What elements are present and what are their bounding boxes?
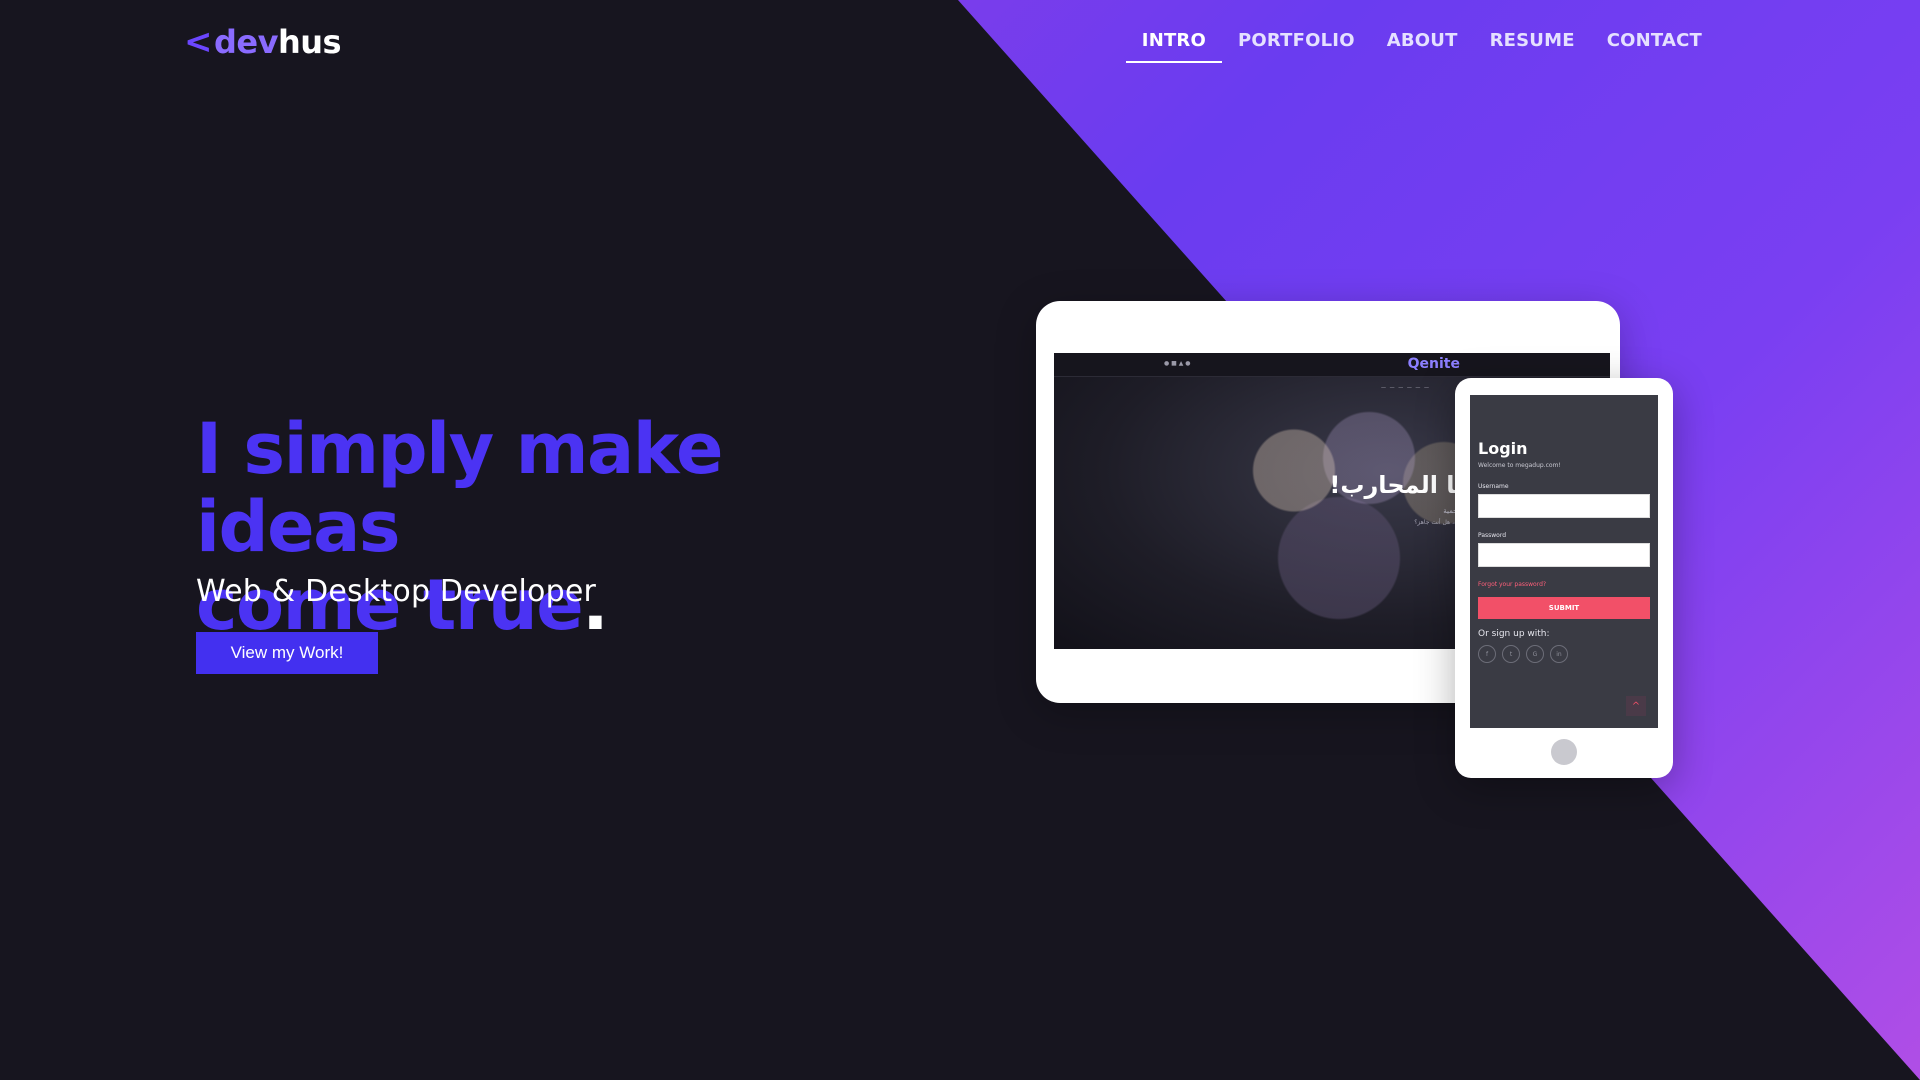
username-label: Username: [1478, 483, 1509, 490]
social-icons: f t G in: [1478, 645, 1650, 663]
view-my-work-button[interactable]: View my Work!: [196, 632, 378, 674]
tablet-site-brand: Qenite: [1407, 356, 1460, 372]
hero-subtitle: Web & Desktop Developer: [196, 574, 597, 609]
login-title: Login: [1478, 439, 1528, 458]
logo[interactable]: < dev hus: [184, 22, 342, 62]
logo-chevron-icon: <: [184, 22, 213, 62]
google-icon: G: [1526, 645, 1544, 663]
nav-contact[interactable]: CONTACT: [1591, 30, 1718, 63]
nav-portfolio[interactable]: PORTFOLIO: [1222, 30, 1371, 63]
hero-title-line1: I simply make ideas: [196, 408, 723, 568]
main-nav: INTRO PORTFOLIO ABOUT RESUME CONTACT: [1125, 30, 1718, 63]
phone-mockup: Login Welcome to megadup.com! Username P…: [1455, 378, 1673, 778]
phone-home-button: [1551, 739, 1577, 765]
or-sign-up-text: Or sign up with:: [1478, 629, 1550, 639]
tablet-site-topbar: ● ■ ▲ ● Qenite: [1054, 353, 1610, 377]
nav-about[interactable]: ABOUT: [1371, 30, 1474, 63]
nav-resume[interactable]: RESUME: [1474, 30, 1591, 63]
facebook-icon: f: [1478, 645, 1496, 663]
tablet-site-menu: — — — — — —: [1381, 385, 1430, 391]
forgot-password-link: Forgot your password?: [1478, 581, 1547, 588]
logo-hus: hus: [277, 23, 342, 61]
password-field: [1478, 543, 1650, 567]
scroll-up-icon: ^: [1626, 696, 1646, 716]
tablet-site-links: ● ■ ▲ ●: [1164, 360, 1191, 367]
twitter-icon: t: [1502, 645, 1520, 663]
username-field: [1478, 494, 1650, 518]
password-label: Password: [1478, 532, 1507, 539]
login-welcome: Welcome to megadup.com!: [1478, 462, 1561, 469]
logo-dev: dev: [214, 23, 278, 61]
phone-screen: Login Welcome to megadup.com! Username P…: [1470, 395, 1658, 728]
linkedin-icon: in: [1550, 645, 1568, 663]
submit-button: SUBMIT: [1478, 597, 1650, 619]
nav-intro[interactable]: INTRO: [1125, 30, 1222, 63]
